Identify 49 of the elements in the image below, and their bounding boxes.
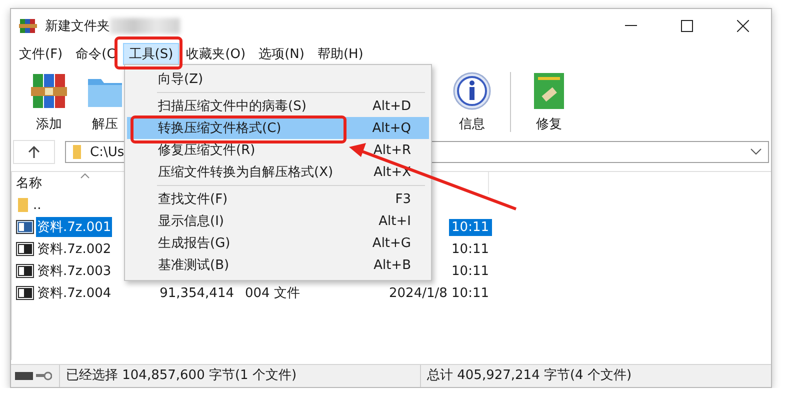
archive-icon [16,285,34,301]
minimize-icon [625,25,637,27]
file-type: 004 文件 [244,285,301,303]
status-text: 总计 405,927,214 字节(4 个文件) [426,367,633,385]
close-icon [737,20,749,32]
menu-item[interactable]: 帮助(H) [311,43,370,65]
archive-icon [16,219,34,235]
highlight-frame [114,36,182,70]
chevron-down-icon[interactable] [750,148,762,156]
bandaged-book-icon [532,71,566,111]
maximize-icon [681,20,693,32]
toolbar-button[interactable]: 修复 [521,71,577,133]
archive-icon [16,241,34,257]
file-name[interactable]: 资料.7z.001 [36,217,112,237]
up-arrow-icon [28,146,40,158]
window-title: 新建文件夹 [45,18,110,35]
file-name[interactable]: .. [32,196,42,214]
file-name[interactable]: 资料.7z.002 [36,239,112,259]
modified-date: 10:11 [450,240,490,258]
up-button[interactable] [13,140,55,164]
menu-item[interactable]: 生成报告(G) Alt+G [127,232,429,254]
modified-date: 10:11 [448,218,492,236]
toolbar-button[interactable]: 添加 [21,71,77,133]
menu-item[interactable]: 命令(C [70,43,122,65]
status-text: 已经选择 104,857,600 字节(1 个文件) [60,365,421,387]
menu-item[interactable]: 收藏夹(O) [180,43,252,65]
books-icon [29,71,69,111]
archive-icon [16,263,34,279]
modified-date: 10:11 [450,262,490,280]
menu-item[interactable]: 工具(S) [122,43,180,65]
menu-item[interactable]: 转换压缩文件格式(C) Alt+Q [127,117,429,139]
info-icon [452,71,492,111]
blurred-patch [110,18,180,34]
menu-item[interactable]: 文件(F) [13,43,69,65]
drive-icon [15,372,33,380]
folder-icon [72,144,82,160]
toolbar-button[interactable]: 信息 [444,71,500,133]
menu-item[interactable]: 修复压缩文件(R) Alt+R [127,139,429,161]
file-name[interactable]: 资料.7z.003 [36,261,112,281]
app-icon [19,18,37,34]
sort-caret-icon [80,173,90,179]
file-size: 91,354,414 [158,284,235,302]
menu-item[interactable]: 显示信息(I) Alt+I [127,210,429,232]
key-icon [36,371,52,381]
file-name[interactable]: 资料.7z.004 [36,283,112,303]
modified-date: 2024/1/8 10:11 [388,284,490,302]
menu-item[interactable]: 选项(N) [252,43,310,65]
folder-icon [16,197,30,213]
menu-item[interactable]: 基准测试(B) Alt+B [127,254,429,276]
